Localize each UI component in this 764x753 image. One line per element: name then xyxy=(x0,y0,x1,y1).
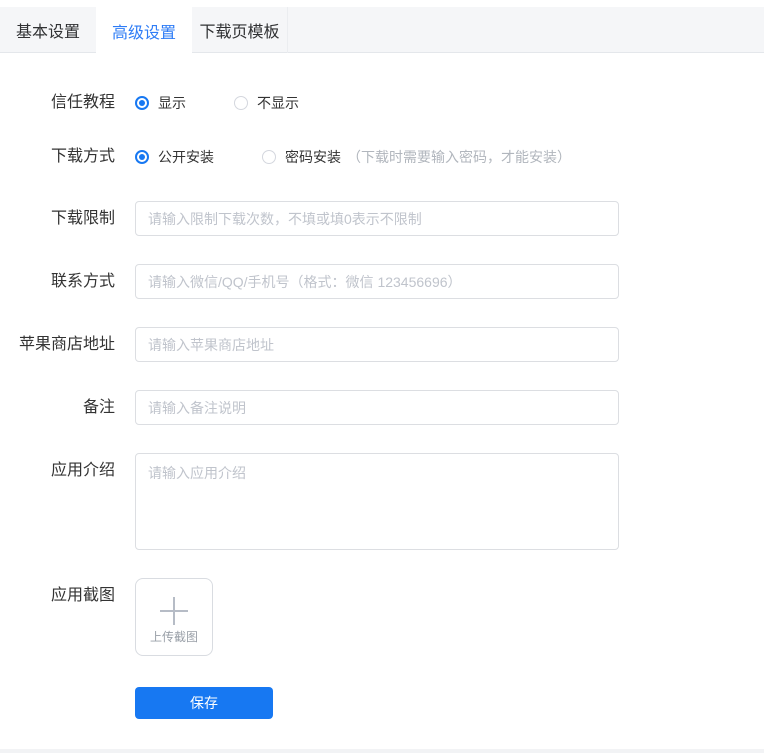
plus-icon xyxy=(160,596,188,625)
download-method-radio-group: 公开安装 密码安装 （下载时需要输入密码，才能安装） xyxy=(135,147,571,167)
contact-input[interactable] xyxy=(135,264,619,299)
remark-input[interactable] xyxy=(135,390,619,425)
password-install-note: （下载时需要输入密码，才能安装） xyxy=(347,149,571,165)
row-download-method: 下载方式 公开安装 密码安装 （下载时需要输入密码，才能安装） xyxy=(0,147,764,167)
row-contact: 联系方式 xyxy=(0,264,764,299)
radio-hide-label: 不显示 xyxy=(257,95,299,111)
row-remark: 备注 xyxy=(0,390,764,425)
download-limit-label: 下载限制 xyxy=(50,210,115,227)
row-apple-store: 苹果商店地址 xyxy=(0,327,764,362)
contact-label: 联系方式 xyxy=(50,273,115,290)
trust-tutorial-label: 信任教程 xyxy=(50,94,115,111)
settings-form: 信任教程 显示 不显示 下载方式 公开安装 密码安装 （下载时需要输入密码，才能… xyxy=(0,53,764,719)
radio-show-label: 显示 xyxy=(158,95,186,111)
radio-password-install-label: 密码安装 xyxy=(285,149,341,165)
radio-password-install[interactable]: 密码安装 xyxy=(262,147,341,167)
row-screenshots: 应用截图 上传截图 xyxy=(0,578,764,656)
row-download-limit: 下载限制 xyxy=(0,201,764,236)
app-intro-textarea[interactable] xyxy=(135,453,619,550)
radio-unselected-icon xyxy=(234,96,248,110)
tab-basic-settings[interactable]: 基本设置 xyxy=(0,7,96,53)
radio-show[interactable]: 显示 xyxy=(135,93,186,113)
remark-label: 备注 xyxy=(82,399,115,416)
radio-selected-icon xyxy=(135,150,149,164)
tab-bar: 基本设置 高级设置 下载页模板 xyxy=(0,7,764,54)
radio-selected-icon xyxy=(135,96,149,110)
app-intro-label: 应用介绍 xyxy=(50,462,115,479)
radio-hide[interactable]: 不显示 xyxy=(234,93,299,113)
apple-store-label: 苹果商店地址 xyxy=(18,336,115,353)
advanced-settings-page: 基本设置 高级设置 下载页模板 信任教程 显示 不显示 下载方式 公开安装 密码… xyxy=(0,0,764,753)
apple-store-input[interactable] xyxy=(135,327,619,362)
radio-public-install[interactable]: 公开安装 xyxy=(135,147,214,167)
save-button[interactable]: 保存 xyxy=(135,687,273,719)
upload-screenshot-label: 上传截图 xyxy=(149,629,198,644)
upload-screenshot-button[interactable]: 上传截图 xyxy=(135,578,213,656)
radio-unselected-icon xyxy=(262,150,276,164)
radio-public-install-label: 公开安装 xyxy=(158,149,214,165)
bottom-edge-strip xyxy=(0,749,764,753)
tab-download-page-template[interactable]: 下载页模板 xyxy=(192,7,288,53)
download-limit-input[interactable] xyxy=(135,201,619,236)
download-method-label: 下载方式 xyxy=(50,148,115,165)
row-trust-tutorial: 信任教程 显示 不显示 xyxy=(0,93,764,113)
screenshots-label: 应用截图 xyxy=(50,587,115,604)
tab-advanced-settings[interactable]: 高级设置 xyxy=(96,7,192,54)
row-app-intro: 应用介绍 xyxy=(0,453,764,550)
trust-tutorial-radio-group: 显示 不显示 xyxy=(135,93,347,113)
